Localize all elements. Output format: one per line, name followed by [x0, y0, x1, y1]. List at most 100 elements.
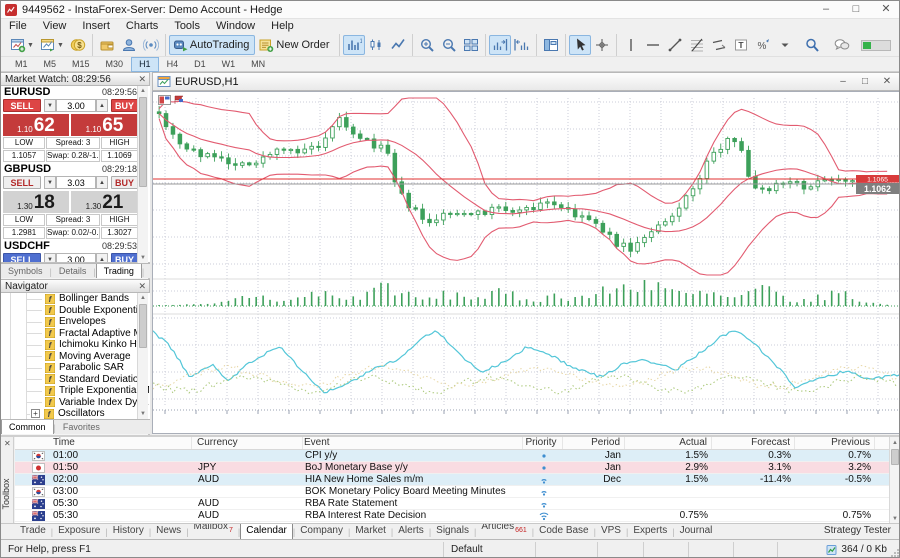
volume-up-button[interactable]: ▲ — [96, 253, 108, 263]
minimize-button[interactable]: – — [811, 1, 841, 19]
toolbox-tab-vps[interactable]: VPS — [596, 524, 626, 539]
column-header-currency[interactable]: Currency — [193, 437, 303, 449]
vertical-line-button[interactable] — [620, 35, 642, 55]
maximize-button[interactable]: □ — [841, 1, 871, 19]
shift-end-button[interactable] — [489, 35, 511, 55]
sell-button[interactable]: SELL — [3, 176, 41, 189]
volume-up-button[interactable]: ▲ — [96, 176, 108, 189]
toolbox-tab-history[interactable]: History — [108, 524, 149, 539]
buy-price[interactable]: 1.3021 — [71, 191, 138, 213]
navigator-item-triple-exponential-m[interactable]: fTriple Exponential M — [1, 385, 150, 397]
cursor-button[interactable] — [569, 35, 591, 55]
symbol-block-gbpusd[interactable]: GBPUSD08:29:18SELL▼3.03▲BUY1.30181.3021L… — [1, 163, 150, 240]
candle-chart-button[interactable] — [365, 35, 387, 55]
toolbox-tab-mailbox[interactable]: Mailbox7 — [189, 523, 238, 539]
chat-button[interactable] — [831, 35, 853, 55]
nav-tab-favorites[interactable]: Favorites — [56, 420, 107, 434]
toolbox-tab-code-base[interactable]: Code Base — [534, 524, 593, 539]
column-header-previous[interactable]: Previous — [792, 437, 875, 449]
calendar-row[interactable]: 05:30AUDRBA Rate Statement — [15, 498, 889, 510]
toolbox-tab-signals[interactable]: Signals — [431, 524, 474, 539]
calendar-row[interactable]: 01:50JPYBoJ Monetary Base y/yJan2.9%3.1%… — [15, 462, 889, 474]
mw-tab-trading[interactable]: Trading — [96, 263, 142, 278]
buy-button[interactable]: BUY — [111, 176, 138, 189]
toolbox-tab-market[interactable]: Market — [350, 524, 391, 539]
expand-icon[interactable]: + — [31, 409, 40, 418]
navigator-item-bollinger-bands[interactable]: fBollinger Bands — [1, 293, 150, 305]
symbol-block-eurusd[interactable]: EURUSD08:29:56SELL▼3.00▲BUY1.10621.1065L… — [1, 86, 150, 163]
chart-title-bar[interactable]: EURUSD,H1 – □ ✕ — [152, 72, 900, 91]
chart-restore-button[interactable]: □ — [854, 73, 876, 91]
mw-tab-tick[interactable]: Tick — [144, 264, 150, 278]
menu-window[interactable]: Window — [208, 19, 263, 34]
menu-insert[interactable]: Insert — [74, 19, 118, 34]
column-header-actual[interactable]: Actual — [622, 437, 712, 449]
toolbox-tab-trade[interactable]: Trade — [15, 524, 51, 539]
menu-help[interactable]: Help — [263, 19, 302, 34]
timeframe-d1[interactable]: D1 — [186, 57, 214, 72]
text-label-button[interactable]: T — [730, 35, 752, 55]
chart-minimize-button[interactable]: – — [832, 73, 854, 91]
timeframe-m15[interactable]: M15 — [64, 57, 98, 72]
symbol-header[interactable]: GBPUSD08:29:18 — [1, 163, 150, 176]
navigator-item-variable-index-dyna[interactable]: fVariable Index Dyna — [1, 397, 150, 409]
timeframe-mn[interactable]: MN — [243, 57, 273, 72]
fibonacci-button[interactable] — [686, 35, 708, 55]
zoom-out-button[interactable] — [438, 35, 460, 55]
toolbox-tab-exposure[interactable]: Exposure — [53, 524, 105, 539]
objects-dropdown-button[interactable] — [774, 35, 796, 55]
one-click-trading-widget[interactable] — [158, 95, 185, 105]
buy-button[interactable]: BUY — [111, 99, 138, 112]
navigator-item-fractal-adaptive-mo[interactable]: fFractal Adaptive Mo — [1, 328, 150, 340]
toolbox-tab-journal[interactable]: Journal — [675, 524, 718, 539]
broadcast-button[interactable] — [140, 35, 162, 55]
volume-down-button[interactable]: ▼ — [44, 253, 56, 263]
column-header-priority[interactable]: Priority — [520, 437, 563, 449]
navigator-item-double-exponential[interactable]: fDouble Exponential — [1, 305, 150, 317]
chart-plot[interactable]: 1.10651.1062 — [153, 92, 900, 432]
calendar-row[interactable]: 01:00CPI y/yJan1.5%0.3%0.7% — [15, 450, 889, 462]
calendar-row[interactable]: 05:30AUDRBA Interest Rate Decision0.75%0… — [15, 510, 889, 522]
tile-windows-button[interactable] — [460, 35, 482, 55]
buy-button[interactable]: BUY — [111, 253, 138, 263]
column-header-event[interactable]: Event — [300, 437, 523, 449]
column-header-time[interactable]: Time — [15, 437, 192, 449]
toolbox-tab-alerts[interactable]: Alerts — [393, 524, 429, 539]
volume-field[interactable]: 3.00 — [56, 99, 96, 112]
sell-button[interactable]: SELL — [3, 253, 41, 263]
navigator-close-icon[interactable]: ✕ — [138, 280, 146, 293]
autotrading-button[interactable]: AutoTrading — [169, 35, 256, 55]
horizontal-line-button[interactable] — [642, 35, 664, 55]
market-watch-close-icon[interactable]: ✕ — [138, 73, 146, 86]
volume-up-button[interactable]: ▲ — [96, 99, 108, 112]
menu-charts[interactable]: Charts — [118, 19, 166, 34]
new-order-button[interactable]: New Order — [255, 35, 335, 55]
arrows-button[interactable]: % — [752, 35, 774, 55]
one-click-trading-icon[interactable] — [158, 95, 171, 105]
navigator-item-moving-average[interactable]: fMoving Average — [1, 351, 150, 363]
profiles-button[interactable]: ▼ — [37, 35, 67, 55]
close-button[interactable]: ✕ — [871, 1, 900, 19]
zoom-in-button[interactable] — [416, 35, 438, 55]
community-button[interactable] — [118, 35, 140, 55]
deposit-button[interactable] — [96, 35, 118, 55]
line-chart-button[interactable] — [387, 35, 409, 55]
menu-file[interactable]: File — [1, 19, 35, 34]
buy-price[interactable]: 1.1065 — [71, 114, 138, 136]
navigator-item-oscillators[interactable]: +fOscillators — [1, 408, 150, 419]
crosshair-button[interactable] — [591, 35, 613, 55]
equidistant-channel-button[interactable] — [708, 35, 730, 55]
bar-chart-button[interactable]: 1 — [343, 35, 365, 55]
mw-tab-details[interactable]: Details — [52, 264, 94, 278]
chart-canvas[interactable]: 1.10651.1062 — [152, 91, 900, 434]
toolbox-tab-experts[interactable]: Experts — [628, 524, 672, 539]
market-watch-scrollbar[interactable]: ▲ ▼ — [137, 86, 148, 263]
sell-price[interactable]: 1.1062 — [3, 114, 69, 136]
docking-button[interactable] — [540, 35, 562, 55]
symbols-button[interactable]: $ — [67, 35, 89, 55]
timeframe-w1[interactable]: W1 — [214, 57, 244, 72]
nav-tab-common[interactable]: Common — [1, 419, 54, 434]
toolbox-tab-calendar[interactable]: Calendar — [240, 523, 293, 539]
timeframe-m30[interactable]: M30 — [98, 57, 132, 72]
timeframe-m1[interactable]: M1 — [7, 57, 36, 72]
